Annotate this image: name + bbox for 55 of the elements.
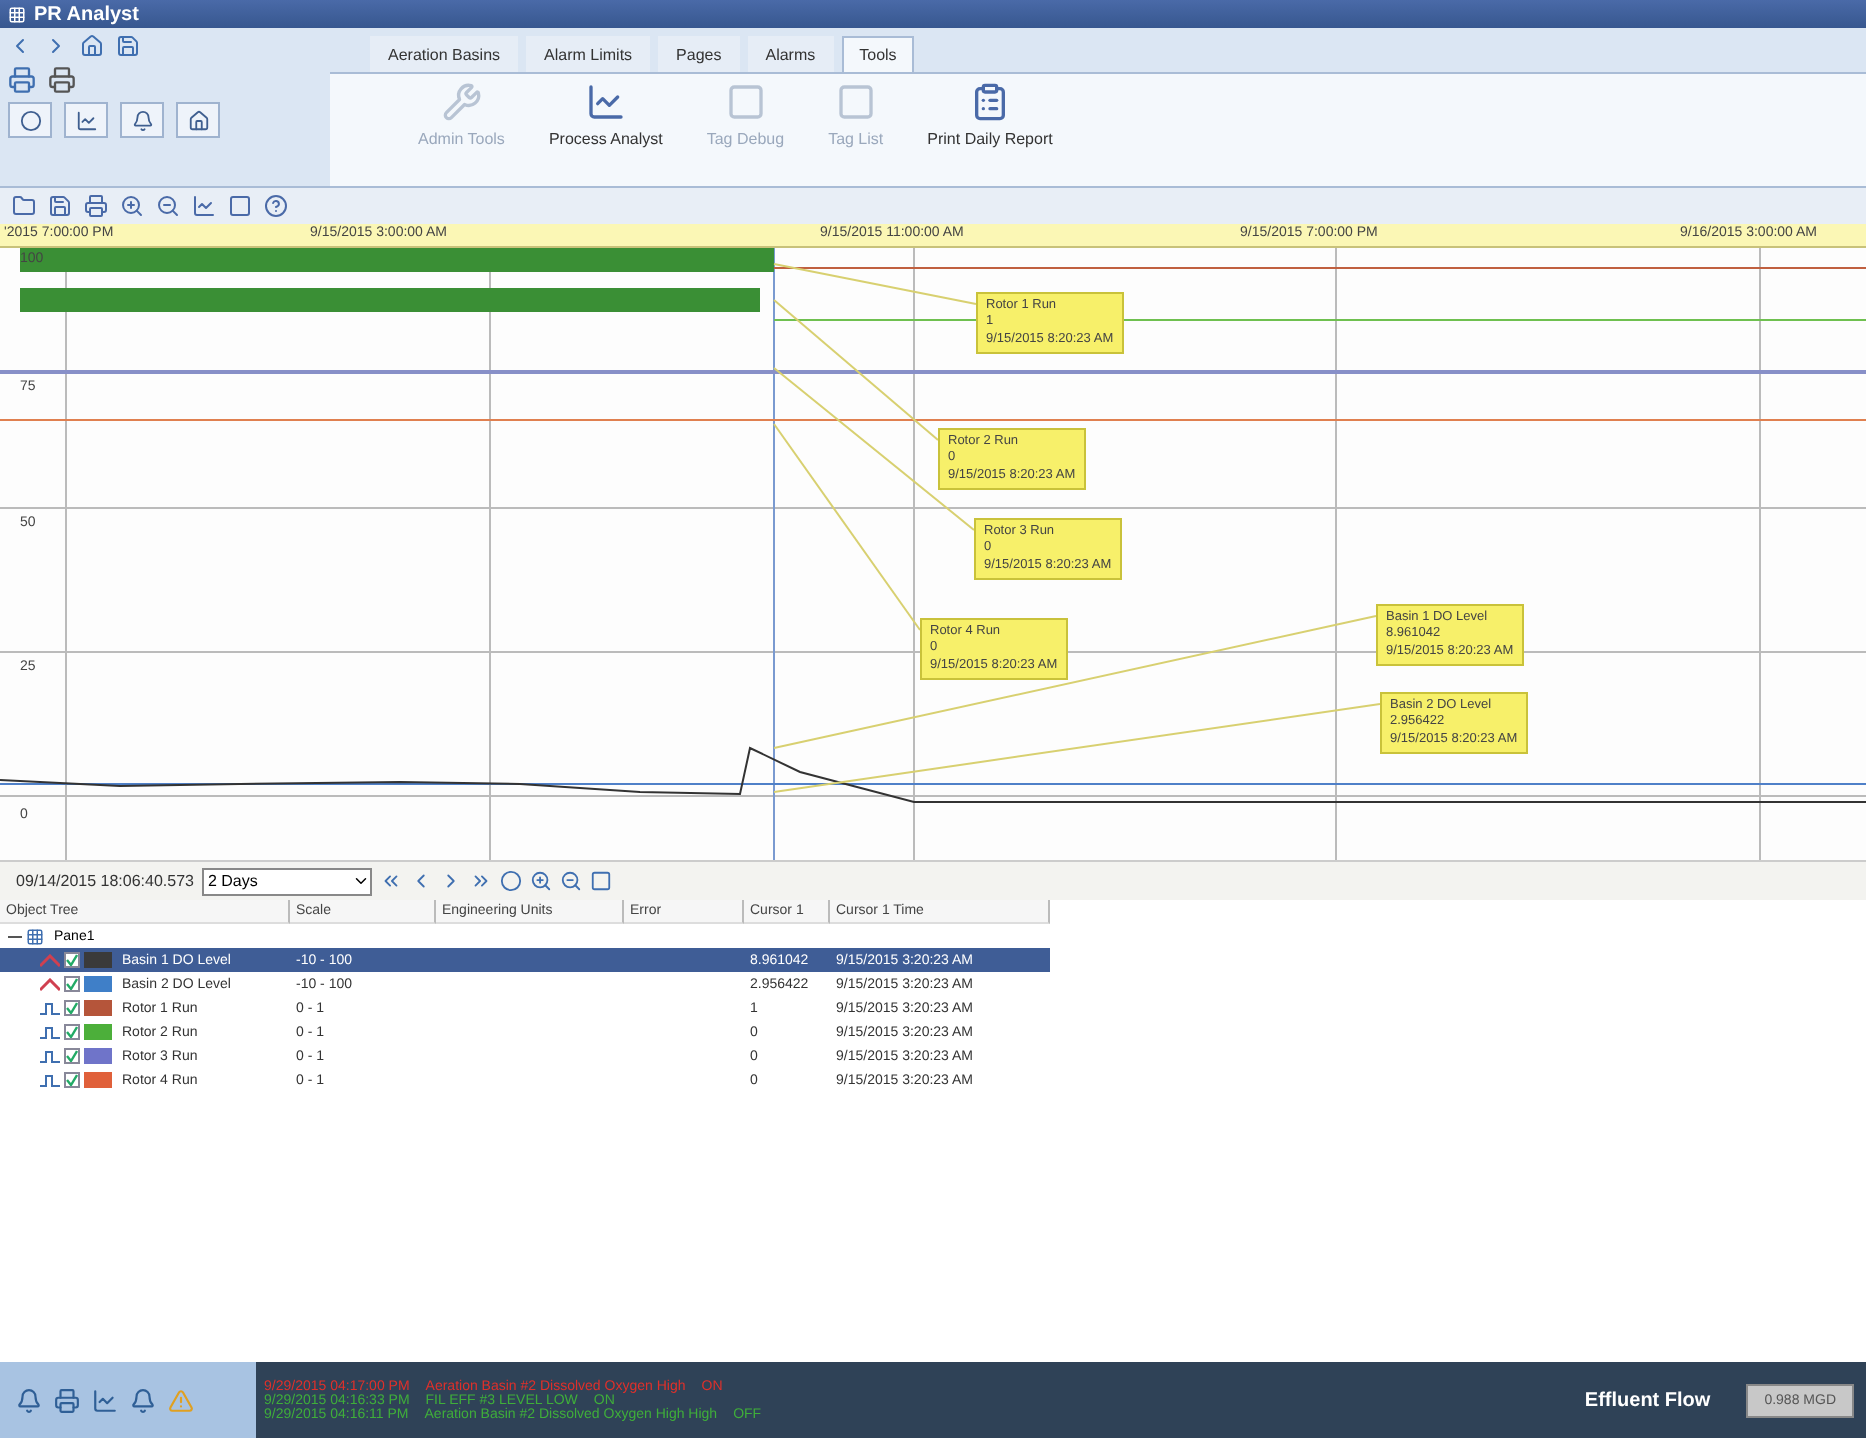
toolbar-icon[interactable] (80, 34, 104, 58)
ribbon-tab[interactable]: Aeration Basins (370, 36, 519, 72)
navigator-icon[interactable] (589, 870, 612, 892)
clipboard-icon (969, 82, 1010, 122)
toolbar-icon[interactable] (156, 194, 180, 218)
toolbar-icon[interactable] (84, 194, 108, 218)
toolbar-icon[interactable] (264, 194, 288, 218)
checkbox[interactable] (64, 1072, 80, 1088)
toolbar-icon[interactable] (120, 194, 144, 218)
shortcut-icon (131, 109, 153, 131)
checkbox[interactable] (64, 1024, 80, 1040)
ribbon-tab[interactable]: Tools (841, 36, 915, 72)
ribbon-button[interactable]: Print Daily Report (919, 82, 1061, 186)
square-icon (725, 82, 766, 122)
navigator-icon[interactable] (529, 870, 552, 892)
ribbon-tab[interactable]: Pages (658, 36, 740, 72)
span-dropdown[interactable]: 2 Days (201, 867, 372, 895)
status-icon[interactable] (16, 1387, 42, 1413)
start-time[interactable]: 09/14/2015 18:06:40.573 (16, 872, 194, 890)
status-label: Effluent Flow (1584, 1389, 1711, 1411)
navigator-icon[interactable] (469, 870, 492, 892)
status-icon[interactable] (92, 1387, 118, 1413)
status-icon[interactable] (54, 1387, 80, 1413)
printer-icon[interactable] (48, 66, 76, 94)
navigator-icon[interactable] (499, 870, 522, 892)
checkbox[interactable] (64, 1000, 80, 1016)
app-icon (8, 5, 26, 23)
toolbar-icon[interactable] (116, 34, 140, 58)
chart-icon (585, 82, 626, 122)
shortcut-icon (187, 109, 209, 131)
ribbon-button[interactable]: Process Analyst (540, 82, 671, 186)
shortcut-button[interactable] (8, 102, 52, 138)
wrench-icon (441, 82, 482, 122)
checkbox[interactable] (64, 976, 80, 992)
toolbar-icon[interactable] (228, 194, 252, 218)
ribbon-tab[interactable]: Alarm Limits (526, 36, 651, 72)
checkbox[interactable] (64, 1048, 80, 1064)
toolbar-icon[interactable] (48, 194, 72, 218)
navigator-icon[interactable] (559, 870, 582, 892)
shortcut-button[interactable] (176, 102, 220, 138)
shortcut-button[interactable] (120, 102, 164, 138)
status-icon[interactable] (130, 1387, 156, 1413)
printer-icon[interactable] (8, 66, 36, 94)
navigator-icon[interactable] (379, 870, 402, 892)
shortcut-button[interactable] (64, 102, 108, 138)
ribbon-tab[interactable]: Alarms (747, 36, 834, 72)
square-icon (835, 82, 876, 122)
toolbar-icon[interactable] (12, 194, 36, 218)
toolbar-icon[interactable] (192, 194, 216, 218)
window-title: PR Analyst (34, 3, 139, 25)
pane-icon (26, 927, 44, 945)
shortcut-icon (75, 109, 97, 131)
shortcut-icon (19, 109, 41, 131)
checkbox[interactable] (64, 952, 80, 968)
caret-icon (351, 872, 370, 890)
